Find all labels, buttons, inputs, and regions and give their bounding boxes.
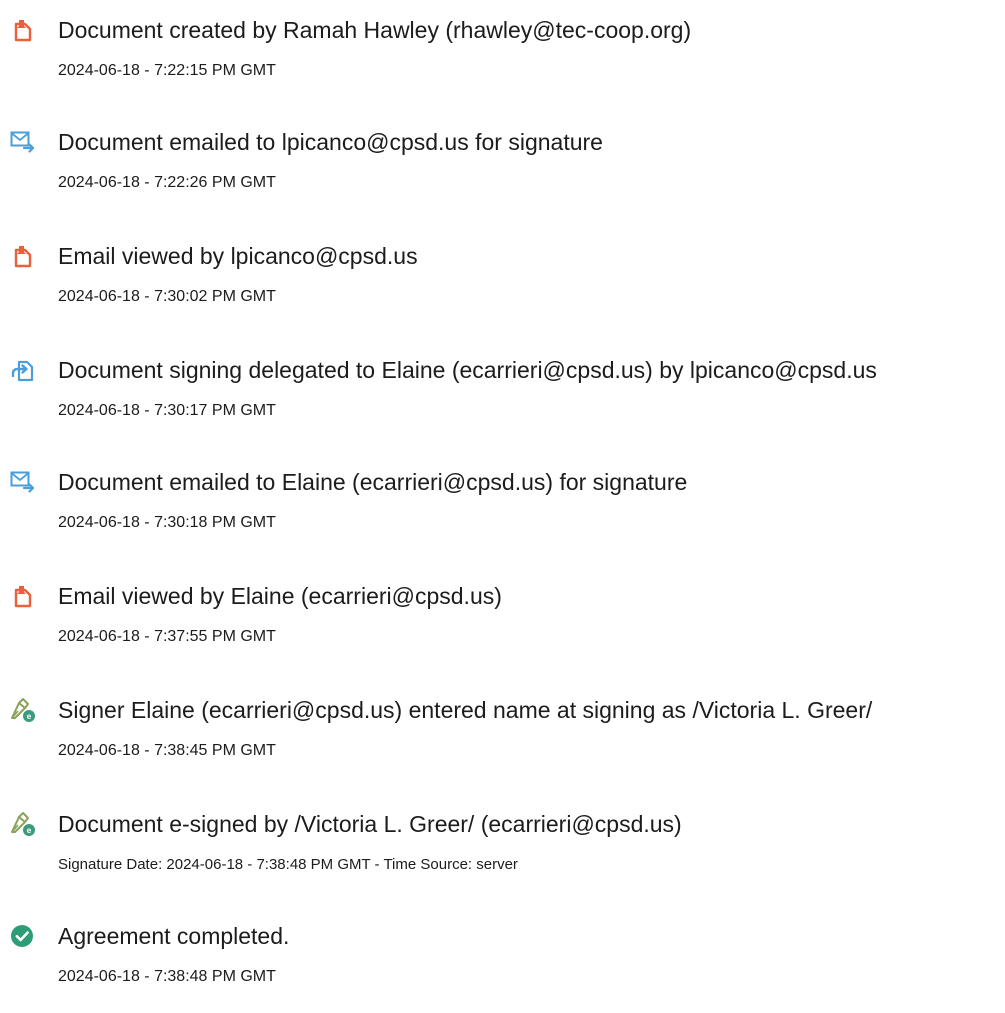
document-icon xyxy=(10,243,36,269)
audit-event: e Signer Elaine (ecarrieri@cpsd.us) ente… xyxy=(0,697,1005,787)
audit-event: Document signing delegated to Elaine (ec… xyxy=(0,357,1005,447)
event-title: Document created by Ramah Hawley (rhawle… xyxy=(58,17,692,43)
audit-event: Document emailed to lpicanco@cpsd.us for… xyxy=(0,129,1005,219)
event-title: Email viewed by lpicanco@cpsd.us xyxy=(58,243,418,269)
event-title: Document emailed to lpicanco@cpsd.us for… xyxy=(58,129,603,155)
event-timestamp: 2024-06-18 - 7:30:17 PM GMT xyxy=(58,402,276,419)
audit-event: e Document e-signed by /Victoria L. Gree… xyxy=(0,811,1005,901)
event-title: Document emailed to Elaine (ecarrieri@cp… xyxy=(58,469,688,495)
event-title: Signer Elaine (ecarrieri@cpsd.us) entere… xyxy=(58,697,873,723)
event-timestamp: 2024-06-18 - 7:30:02 PM GMT xyxy=(58,288,276,305)
sign-icon: e xyxy=(10,811,36,837)
audit-event: Document created by Ramah Hawley (rhawle… xyxy=(0,17,1005,107)
document-icon xyxy=(10,17,36,43)
event-timestamp: 2024-06-18 - 7:22:15 PM GMT xyxy=(58,62,276,79)
svg-text:e: e xyxy=(27,711,32,721)
audit-event: Document emailed to Elaine (ecarrieri@cp… xyxy=(0,469,1005,559)
document-icon xyxy=(10,583,36,609)
svg-text:e: e xyxy=(27,825,32,835)
event-timestamp: 2024-06-18 - 7:30:18 PM GMT xyxy=(58,514,276,531)
sign-icon: e xyxy=(10,697,36,723)
audit-event: Agreement completed. 2024-06-18 - 7:38:4… xyxy=(0,923,1005,1013)
delegate-icon xyxy=(10,357,36,383)
event-title: Email viewed by Elaine (ecarrieri@cpsd.u… xyxy=(58,583,502,609)
signature-date-detail: Signature Date: 2024-06-18 - 7:38:48 PM … xyxy=(58,856,518,873)
event-title: Document e-signed by /Victoria L. Greer/… xyxy=(58,811,682,837)
event-timestamp: 2024-06-18 - 7:38:48 PM GMT xyxy=(58,968,276,985)
event-timestamp: 2024-06-18 - 7:38:45 PM GMT xyxy=(58,742,276,759)
email-icon xyxy=(10,469,36,495)
audit-event: Email viewed by lpicanco@cpsd.us 2024-06… xyxy=(0,243,1005,333)
event-timestamp: 2024-06-18 - 7:37:55 PM GMT xyxy=(58,628,276,645)
event-title: Document signing delegated to Elaine (ec… xyxy=(58,357,877,383)
event-title: Agreement completed. xyxy=(58,923,290,949)
event-timestamp: 2024-06-18 - 7:22:26 PM GMT xyxy=(58,174,276,191)
email-icon xyxy=(10,129,36,155)
checkmark-circle-icon xyxy=(10,923,36,949)
audit-event: Email viewed by Elaine (ecarrieri@cpsd.u… xyxy=(0,583,1005,673)
